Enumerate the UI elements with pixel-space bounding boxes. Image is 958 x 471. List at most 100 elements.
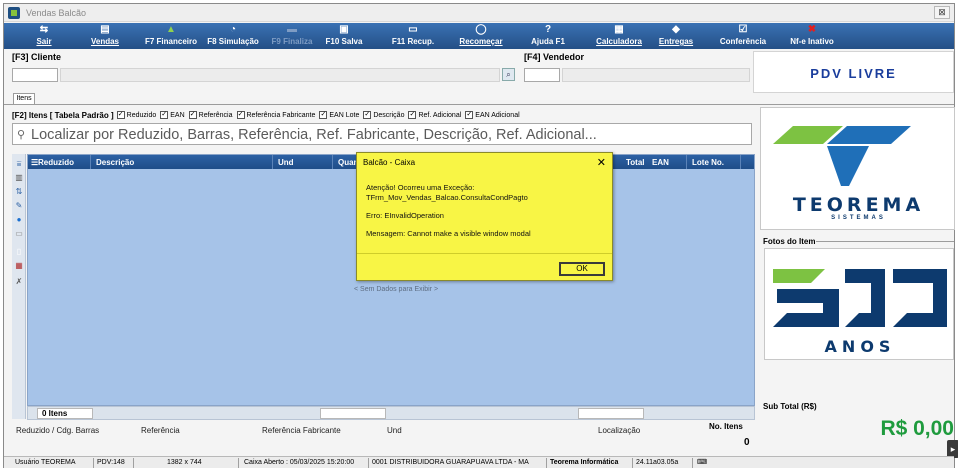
toolbar-button-ajuda-f1[interactable]: ? Ajuda F1	[524, 23, 572, 49]
no-itens-label: No. Itens	[709, 422, 743, 431]
toolbar-button-vendas[interactable]: ▤ Vendas	[84, 23, 126, 49]
tab-itens[interactable]: Itens	[13, 93, 35, 104]
item-search-input[interactable]	[31, 126, 746, 143]
filter-label: Referência	[198, 111, 233, 119]
reduzido-barras-label: Reduzido / Cdg. Barras	[16, 426, 100, 435]
referencia-label: Referência	[141, 426, 180, 435]
filter-title: [F2] Itens [ Tabela Padrão ]	[12, 110, 114, 120]
toolbar-button-f11-recup[interactable]: ▭ F11 Recup.	[384, 23, 442, 49]
filter-checkbox-ean[interactable]: ✓ EAN	[160, 111, 185, 119]
toolbar-button-sair[interactable]: ⇆ Sair	[26, 23, 62, 49]
window-close-button[interactable]: ⊠	[934, 6, 950, 19]
filter-checkbox-ean-adicional[interactable]: ✓ EAN Adicional	[465, 111, 520, 119]
toolbar-button-entregas[interactable]: ◆ Entregas	[652, 23, 700, 49]
filter-label: Descrição	[373, 111, 405, 119]
item-search-box[interactable]: ⚲	[12, 123, 752, 145]
toolbar-button-label: Calculadora	[596, 37, 642, 46]
col-und[interactable]: Und	[278, 158, 294, 167]
edit-icon[interactable]: ✎	[14, 201, 24, 211]
teorema-logo-icon	[773, 126, 911, 186]
fotos-label: Fotos do Item	[763, 237, 816, 246]
recover-icon: ▭	[408, 24, 418, 35]
item-count: 0 Itens	[37, 408, 93, 419]
und-label: Und	[387, 426, 402, 435]
filter-label: EAN Adicional	[475, 111, 520, 119]
client-search-icon[interactable]: ⌕	[502, 68, 515, 81]
toolbar-button-confer-ncia[interactable]: ☑ Conferência	[716, 23, 770, 49]
toolbar-button-recome-ar[interactable]: ◯ Recomeçar	[454, 23, 508, 49]
filter-checkbox-refer-ncia[interactable]: ✓ Referência	[188, 111, 233, 119]
sort-icon[interactable]: ⇅	[14, 187, 24, 197]
toolbar: ⇆ Sair ▤ Vendas ▲ F7 Financeiro ◔ F8 Simulação ▬…	[4, 23, 954, 49]
pdv-mode-panel: PDV LIVRE	[753, 51, 954, 93]
col-total[interactable]: Total	[626, 158, 645, 167]
filter-icon[interactable]: ⩸	[14, 159, 24, 169]
dialog-line-attention: Atenção! Ocorreu uma Exceção:	[366, 183, 475, 192]
ok-button[interactable]: OK	[559, 262, 605, 276]
exception-dialog: Balcão - Caixa ✕ Atenção! Ocorreu uma Ex…	[356, 152, 613, 281]
toolbar-button-nf-e-inativo[interactable]: ✖ Nf-e Inativo	[784, 23, 840, 49]
client-label: [F3] Cliente	[12, 52, 62, 62]
info-icon[interactable]: ●	[14, 215, 24, 225]
fotos-divider	[816, 241, 954, 242]
toolbar-button-f8-simula-o[interactable]: ◔ F8 Simulação	[204, 23, 262, 49]
checkbox-icon: ✓	[236, 111, 245, 119]
filter-checkbox-ean-lote[interactable]: ✓ EAN Lote	[319, 111, 359, 119]
toolbar-button-f7-financeiro[interactable]: ▲ F7 Financeiro	[142, 23, 200, 49]
col-descricao[interactable]: Descrição	[96, 158, 134, 167]
money-icon: ▲	[166, 24, 176, 35]
app-icon	[8, 7, 20, 19]
dialog-close-icon[interactable]: ✕	[597, 156, 606, 169]
toolbar-button-calculadora[interactable]: ▦ Calculadora	[590, 23, 648, 49]
checkbox-icon: ✓	[160, 111, 169, 119]
filter-checkbox-descri-o[interactable]: ✓ Descrição	[363, 111, 404, 119]
status-pdv: PDV:148	[94, 458, 134, 468]
exit-icon: ⇆	[39, 24, 49, 35]
main-window: Vendas Balcão ⊠ ⇆ Sair ▤ Vendas ▲ F7 Financei…	[3, 3, 958, 468]
window-title: Vendas Balcão	[26, 8, 87, 18]
calendar-icon[interactable]: ▦	[14, 261, 24, 271]
toolbar-button-label: F11 Recup.	[391, 37, 435, 46]
col-lote[interactable]: Lote No.	[692, 158, 724, 167]
dialog-line-method: TFrm_Mov_Vendas_Balcao.ConsultaCondPagto	[366, 193, 528, 202]
toolbar-button-label: Sair	[36, 37, 52, 46]
save-icon: ▣	[339, 24, 349, 35]
item-filter-bar: [F2] Itens [ Tabela Padrão ] ✓ Reduzido ✓ E…	[12, 109, 524, 121]
footer-cell-quantity	[320, 408, 386, 419]
grid-footer: 0 Itens	[27, 406, 755, 420]
minus-icon[interactable]: ▭	[14, 229, 24, 239]
vendor-label: [F4] Vendedor	[524, 52, 585, 62]
filter-label: Referência Fabricante	[246, 111, 316, 119]
vendor-code-input[interactable]	[524, 68, 560, 82]
vendor-name-input[interactable]	[562, 68, 750, 82]
client-name-input[interactable]	[60, 68, 500, 82]
checkbox-icon: ✓	[408, 111, 417, 119]
search-icon: ⚲	[17, 129, 26, 141]
status-company: 0001 DISTRIBUIDORA GUARAPUAVA LTDA - MA	[369, 458, 547, 468]
trash-icon[interactable]: ▥	[14, 173, 24, 183]
dialog-line-message: Mensagem: Cannot make a visible window m…	[366, 229, 531, 238]
company-logo-panel: TEOREMA SISTEMAS	[760, 107, 955, 230]
tab-divider	[4, 104, 954, 105]
toolbar-button-f10-salva[interactable]: ▣ F10 Salva	[322, 23, 366, 49]
filter-checkbox-ref-adicional[interactable]: ✓ Ref. Adicional	[408, 111, 461, 119]
filter-checkbox-reduzido[interactable]: ✓ Reduzido	[116, 111, 157, 119]
toolbar-button-f9-finaliza[interactable]: ▬ F9 Finaliza	[266, 23, 318, 49]
filter-label: Reduzido	[126, 111, 157, 119]
client-code-input[interactable]	[12, 68, 58, 82]
anniversary-text: ANOS	[824, 337, 896, 356]
localizacao-label: Localização	[598, 426, 641, 435]
toolbar-button-label: F7 Financeiro	[144, 37, 197, 46]
toolbar-button-label: Recomeçar	[459, 37, 503, 46]
sales-icon: ▤	[100, 24, 110, 35]
document-icon[interactable]: ▯	[14, 247, 24, 257]
filter-label: Ref. Adicional	[418, 111, 462, 119]
checkbox-icon: ✓	[319, 111, 328, 119]
tools-icon[interactable]: ✗	[14, 277, 24, 287]
no-itens-value: 0	[744, 437, 750, 448]
col-ean[interactable]: EAN	[652, 158, 669, 167]
keyboard-icon: ⌨	[697, 459, 708, 466]
empty-grid-message: < Sem Dados para Exibir >	[354, 286, 439, 293]
col-reduzido[interactable]: Reduzido	[38, 158, 74, 167]
filter-checkbox-refer-ncia-fabricante[interactable]: ✓ Referência Fabricante	[236, 111, 316, 119]
